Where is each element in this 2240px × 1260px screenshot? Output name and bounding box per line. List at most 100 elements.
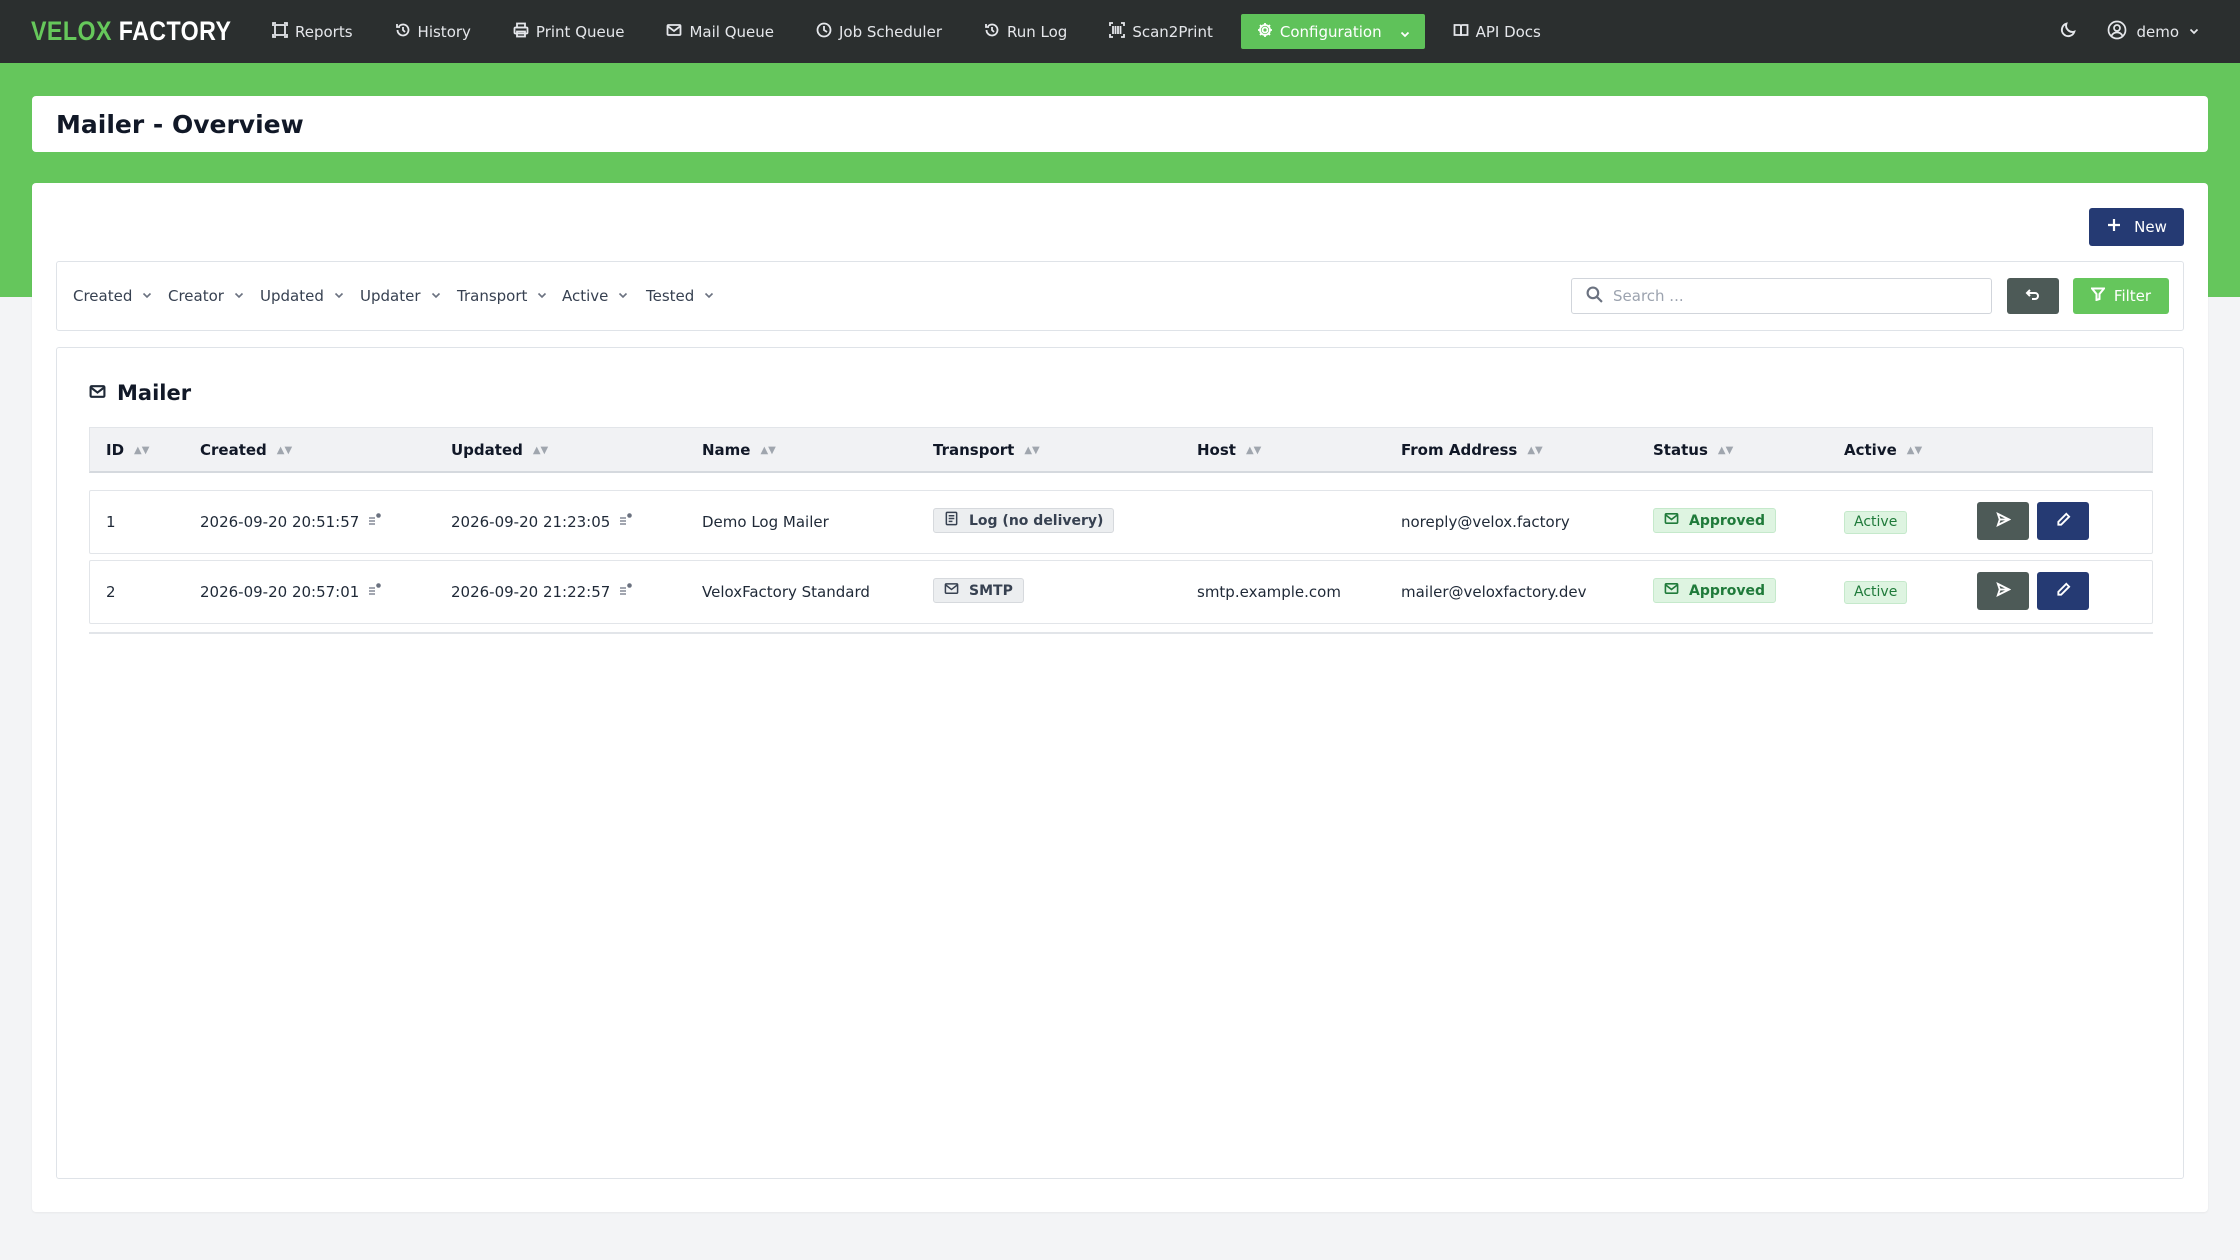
sort-icon: ▲▼ — [1245, 444, 1262, 456]
column-header-active[interactable]: Active ▲▼ — [1844, 428, 1922, 472]
filter-active[interactable]: Active — [562, 262, 629, 330]
updated-value: 2026-09-20 21:22:57 — [451, 583, 611, 601]
nav-reports[interactable]: Reports — [258, 14, 367, 49]
page-title: Mailer - Overview — [56, 109, 304, 139]
filter-creator[interactable]: Creator — [168, 262, 245, 330]
status-badge: Approved — [1653, 508, 1777, 533]
cell-transport: Log (no delivery) — [933, 491, 1115, 553]
nav-job-scheduler[interactable]: Job Scheduler — [802, 14, 956, 49]
reports-icon — [272, 21, 288, 42]
nav-print-queue[interactable]: Print Queue — [499, 14, 639, 49]
table-row[interactable]: 2 2026-09-20 20:57:01 2026-09-20 21:22:5… — [89, 560, 2153, 624]
chevron-down-icon — [536, 287, 548, 305]
nav-mail-queue[interactable]: Mail Queue — [652, 14, 788, 49]
cell-from-address: mailer@veloxfactory.dev — [1401, 583, 1587, 601]
column-header-id[interactable]: ID ▲▼ — [106, 428, 149, 472]
nav-api-docs[interactable]: API Docs — [1439, 14, 1555, 49]
nav-configuration-label: Configuration — [1279, 22, 1382, 41]
column-header-label: Transport — [933, 441, 1015, 459]
filter-button-label: Filter — [2113, 287, 2152, 305]
sort-icon: ▲▼ — [532, 444, 549, 456]
cell-name: Demo Log Mailer — [702, 513, 829, 531]
chevron-down-icon — [141, 287, 153, 305]
edit-button[interactable] — [2037, 572, 2089, 610]
nav-api-docs-label: API Docs — [1475, 22, 1541, 41]
new-button[interactable]: New — [2089, 208, 2184, 246]
nav-history[interactable]: History — [381, 14, 485, 49]
column-header-updated[interactable]: Updated ▲▼ — [451, 428, 548, 472]
history-list-icon[interactable] — [619, 582, 633, 596]
cell-id: 2 — [106, 583, 116, 601]
main-card: New Created Creator Updated Updater Tran… — [32, 183, 2208, 1212]
chevron-down-icon — [430, 287, 442, 305]
clock-icon — [816, 22, 832, 42]
filter-tested[interactable]: Tested — [646, 262, 715, 330]
column-header-created[interactable]: Created ▲▼ — [200, 428, 292, 472]
column-header-name[interactable]: Name ▲▼ — [702, 428, 776, 472]
nav-scan2print[interactable]: Scan2Print — [1095, 14, 1227, 49]
cell-created: 2026-09-20 20:57:01 — [200, 561, 382, 623]
new-button-label: New — [2134, 218, 2167, 236]
column-header-from-address[interactable]: From Address ▲▼ — [1401, 428, 1543, 472]
filter-created[interactable]: Created — [73, 262, 153, 330]
nav-print-queue-label: Print Queue — [535, 22, 625, 41]
brand-part-1: VELOX — [31, 15, 112, 46]
cell-updated: 2026-09-20 21:23:05 — [451, 491, 633, 553]
active-badge: Active — [1844, 510, 1908, 534]
history-list-icon[interactable] — [368, 512, 382, 526]
status-label: Approved — [1689, 512, 1766, 529]
nav-configuration[interactable]: Configuration — [1240, 14, 1425, 49]
printer-icon — [513, 22, 529, 42]
filter-updater[interactable]: Updater — [360, 262, 442, 330]
column-header-status[interactable]: Status ▲▼ — [1653, 428, 1733, 472]
history-list-icon[interactable] — [368, 582, 382, 596]
column-header-label: Name — [702, 441, 751, 459]
main-nav: Reports History Print Queue Mail Queue J… — [258, 0, 1569, 63]
sort-icon: ▲▼ — [1717, 444, 1734, 456]
funnel-icon — [2089, 287, 2107, 305]
filter-button[interactable]: Filter — [2073, 278, 2169, 314]
column-header-host[interactable]: Host ▲▼ — [1197, 428, 1261, 472]
nav-reports-label: Reports — [295, 22, 353, 41]
chevron-down-icon — [1399, 26, 1411, 38]
send-test-button[interactable] — [1977, 502, 2029, 540]
brand-logo[interactable]: VELOX FACTORY — [31, 14, 231, 48]
cell-active: Active — [1844, 561, 1908, 623]
filter-updated[interactable]: Updated — [260, 262, 345, 330]
top-navbar: VELOX FACTORY Reports History Print Queue… — [0, 0, 2240, 63]
filter-creator-label: Creator — [168, 287, 224, 305]
history-list-icon[interactable] — [619, 512, 633, 526]
nav-scan2print-label: Scan2Print — [1132, 22, 1213, 41]
cell-host: smtp.example.com — [1197, 583, 1341, 601]
table-row[interactable]: 1 2026-09-20 20:51:57 2026-09-20 21:23:0… — [89, 490, 2153, 554]
filter-transport[interactable]: Transport — [457, 262, 548, 330]
column-header-label: Host — [1197, 441, 1236, 459]
reset-button[interactable] — [2007, 278, 2059, 314]
sort-icon: ▲▼ — [276, 444, 293, 456]
moon-icon[interactable] — [2060, 21, 2077, 42]
pencil-icon — [2056, 582, 2071, 601]
nav-history-label: History — [417, 22, 471, 41]
filter-updated-label: Updated — [260, 287, 324, 305]
edit-button[interactable] — [2037, 502, 2089, 540]
user-menu[interactable]: demo — [2107, 20, 2200, 44]
cell-status: Approved — [1653, 491, 1777, 553]
search-input[interactable] — [1613, 287, 1973, 305]
sort-icon: ▲▼ — [134, 444, 150, 456]
cell-created: 2026-09-20 20:51:57 — [200, 491, 382, 553]
send-test-button[interactable] — [1977, 572, 2029, 610]
chevron-down-icon — [703, 287, 715, 305]
user-name: demo — [2136, 22, 2179, 41]
column-header-transport[interactable]: Transport ▲▼ — [933, 428, 1040, 472]
search-field[interactable] — [1571, 278, 1992, 314]
sort-icon: ▲▼ — [760, 444, 776, 456]
pencil-icon — [2056, 512, 2071, 531]
nav-run-log[interactable]: Run Log — [970, 14, 1081, 49]
column-header-label: Active — [1844, 441, 1897, 459]
status-label: Approved — [1689, 582, 1766, 599]
cell-updated: 2026-09-20 21:22:57 — [451, 561, 633, 623]
history-icon — [395, 22, 411, 42]
user-circle-icon — [2107, 20, 2127, 44]
send-icon — [1995, 581, 2011, 601]
transport-chip: Log (no delivery) — [933, 508, 1115, 533]
